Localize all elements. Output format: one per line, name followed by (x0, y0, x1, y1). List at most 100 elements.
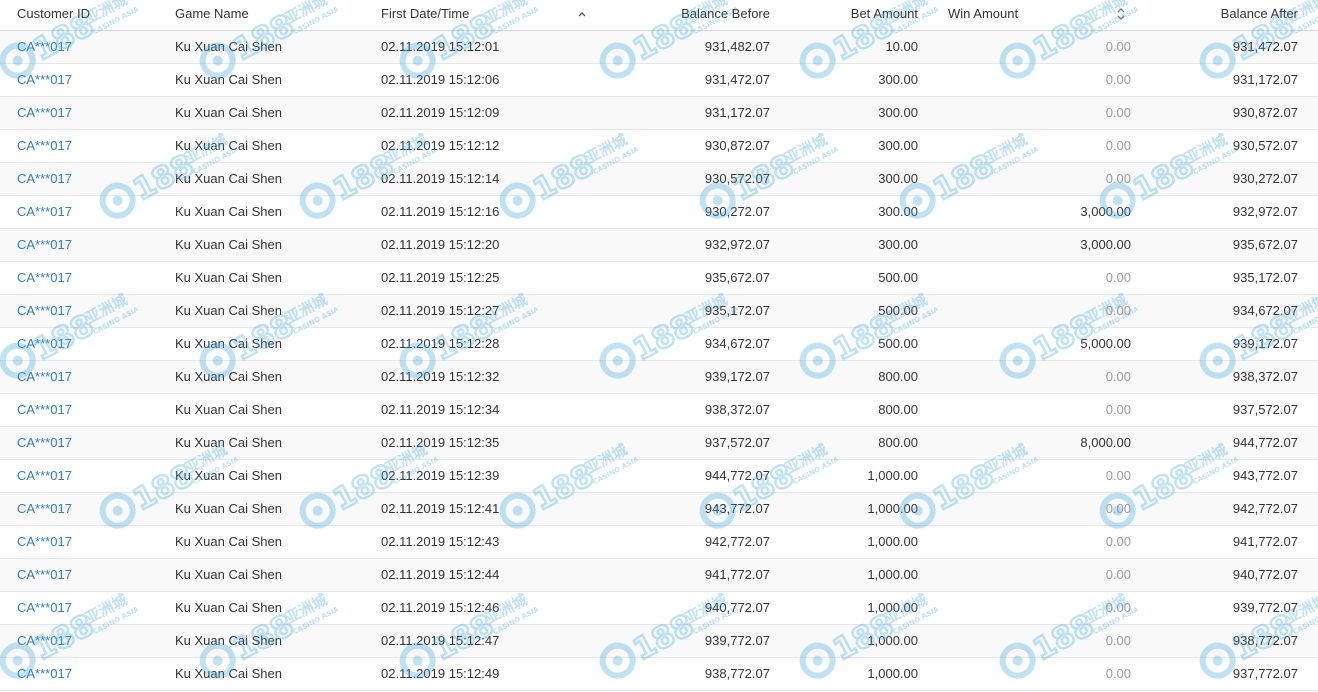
customer-id-link[interactable]: CA***017 (17, 97, 72, 129)
bet-amount-cell: 300.00 (878, 171, 918, 186)
win-amount-cell: 0.00 (1105, 369, 1131, 384)
bet-amount-cell: 1,000.00 (867, 501, 918, 516)
customer-id-link[interactable]: CA***017 (17, 31, 72, 63)
win-amount-cell: 0.00 (1105, 105, 1131, 120)
bet-amount-cell: 500.00 (878, 303, 918, 318)
balance-after-cell: 931,472.07 (1232, 39, 1298, 54)
customer-id-link[interactable]: CA***017 (17, 295, 72, 327)
win-amount-cell: 0.00 (1105, 666, 1131, 681)
customer-id-link[interactable]: CA***017 (17, 493, 72, 525)
table-row: CA***017 Ku Xuan Cai Shen 02.11.2019 15:12… (0, 97, 1318, 130)
date-time-cell: 02.11.2019 15:12:49 (381, 666, 500, 681)
balance-after-cell: 937,772.07 (1232, 666, 1298, 681)
date-time-cell: 02.11.2019 15:12:39 (381, 468, 500, 483)
column-header-balance-after[interactable]: Balance After (1221, 0, 1298, 30)
customer-id-link[interactable]: CA***017 (17, 229, 72, 261)
bet-amount-cell: 300.00 (878, 237, 918, 252)
balance-before-cell: 942,772.07 (704, 534, 770, 549)
balance-before-cell: 930,872.07 (704, 138, 770, 153)
win-amount-cell: 0.00 (1105, 270, 1131, 285)
column-header-game-name[interactable]: Game Name (175, 0, 249, 30)
customer-id-link[interactable]: CA***017 (17, 625, 72, 657)
balance-after-cell: 940,772.07 (1232, 567, 1298, 582)
balance-before-cell: 944,772.07 (704, 468, 770, 483)
customer-id-link[interactable]: CA***017 (17, 559, 72, 591)
customer-id-link[interactable]: CA***017 (17, 163, 72, 195)
customer-id-link[interactable]: CA***017 (17, 394, 72, 426)
customer-id-link[interactable]: CA***017 (17, 64, 72, 96)
column-header-balance-before[interactable]: Balance Before (681, 0, 770, 30)
balance-before-cell: 931,482.07 (704, 39, 770, 54)
column-header-customer-id[interactable]: Customer ID (17, 0, 90, 30)
date-time-cell: 02.11.2019 15:12:14 (381, 171, 500, 186)
customer-id-link[interactable]: CA***017 (17, 592, 72, 624)
customer-id-link[interactable]: CA***017 (17, 460, 72, 492)
game-name-cell: Ku Xuan Cai Shen (175, 171, 282, 186)
balance-after-cell: 930,872.07 (1232, 105, 1298, 120)
bet-amount-cell: 800.00 (878, 435, 918, 450)
win-amount-cell: 0.00 (1105, 402, 1131, 417)
balance-before-cell: 939,772.07 (704, 633, 770, 648)
table-row: CA***017 Ku Xuan Cai Shen 02.11.2019 15:12… (0, 460, 1318, 493)
table-row: CA***017 Ku Xuan Cai Shen 02.11.2019 15:12… (0, 559, 1318, 592)
balance-after-cell: 935,672.07 (1232, 237, 1298, 252)
date-time-cell: 02.11.2019 15:12:27 (381, 303, 500, 318)
balance-before-cell: 931,472.07 (704, 72, 770, 87)
balance-after-cell: 942,772.07 (1232, 501, 1298, 516)
balance-before-cell: 938,372.07 (704, 402, 770, 417)
game-name-cell: Ku Xuan Cai Shen (175, 204, 282, 219)
column-header-bet-amount[interactable]: Bet Amount (851, 0, 918, 30)
column-header-first-date-time[interactable]: First Date/Time (381, 0, 469, 30)
game-name-cell: Ku Xuan Cai Shen (175, 468, 282, 483)
customer-id-link[interactable]: CA***017 (17, 658, 72, 690)
customer-id-link[interactable]: CA***017 (17, 328, 72, 360)
balance-after-cell: 937,572.07 (1232, 402, 1298, 417)
bet-amount-cell: 800.00 (878, 369, 918, 384)
game-name-cell: Ku Xuan Cai Shen (175, 237, 282, 252)
game-name-cell: Ku Xuan Cai Shen (175, 336, 282, 351)
table-row: CA***017 Ku Xuan Cai Shen 02.11.2019 15:12… (0, 493, 1318, 526)
table-row: CA***017 Ku Xuan Cai Shen 02.11.2019 15:12… (0, 427, 1318, 460)
column-header-win-amount[interactable]: Win Amount (948, 0, 1018, 30)
balance-after-cell: 941,772.07 (1232, 534, 1298, 549)
balance-before-cell: 937,572.07 (704, 435, 770, 450)
customer-id-link[interactable]: CA***017 (17, 361, 72, 393)
balance-after-cell: 932,972.07 (1232, 204, 1298, 219)
customer-id-link[interactable]: CA***017 (17, 526, 72, 558)
table-row: CA***017 Ku Xuan Cai Shen 02.11.2019 15:12… (0, 64, 1318, 97)
customer-id-link[interactable]: CA***017 (17, 130, 72, 162)
date-time-cell: 02.11.2019 15:12:16 (381, 204, 500, 219)
table-row: CA***017 Ku Xuan Cai Shen 02.11.2019 15:12… (0, 361, 1318, 394)
table-row: CA***017 Ku Xuan Cai Shen 02.11.2019 15:12… (0, 163, 1318, 196)
date-time-cell: 02.11.2019 15:12:20 (381, 237, 500, 252)
customer-id-link[interactable]: CA***017 (17, 427, 72, 459)
game-name-cell: Ku Xuan Cai Shen (175, 666, 282, 681)
customer-id-link[interactable]: CA***017 (17, 196, 72, 228)
sort-ascending-icon[interactable] (576, 8, 588, 20)
balance-after-cell: 944,772.07 (1232, 435, 1298, 450)
date-time-cell: 02.11.2019 15:12:41 (381, 501, 500, 516)
bet-amount-cell: 300.00 (878, 204, 918, 219)
win-amount-cell: 0.00 (1105, 171, 1131, 186)
balance-after-cell: 935,172.07 (1232, 270, 1298, 285)
bet-amount-cell: 1,000.00 (867, 600, 918, 615)
table-row: CA***017 Ku Xuan Cai Shen 02.11.2019 15:12… (0, 130, 1318, 163)
bet-amount-cell: 1,000.00 (867, 468, 918, 483)
win-amount-cell: 3,000.00 (1080, 204, 1131, 219)
game-name-cell: Ku Xuan Cai Shen (175, 567, 282, 582)
bet-amount-cell: 500.00 (878, 336, 918, 351)
table-row: CA***017 Ku Xuan Cai Shen 02.11.2019 15:12… (0, 394, 1318, 427)
bet-amount-cell: 300.00 (878, 138, 918, 153)
table-header: Customer ID Game Name First Date/Time Ba… (0, 0, 1318, 31)
date-time-cell: 02.11.2019 15:12:25 (381, 270, 500, 285)
game-name-cell: Ku Xuan Cai Shen (175, 303, 282, 318)
win-amount-cell: 0.00 (1105, 534, 1131, 549)
sort-toggle-icon[interactable] (1115, 6, 1127, 22)
table-row: CA***017 Ku Xuan Cai Shen 02.11.2019 15:12… (0, 625, 1318, 658)
balance-before-cell: 943,772.07 (704, 501, 770, 516)
date-time-cell: 02.11.2019 15:12:12 (381, 138, 500, 153)
bet-amount-cell: 1,000.00 (867, 534, 918, 549)
game-name-cell: Ku Xuan Cai Shen (175, 72, 282, 87)
customer-id-link[interactable]: CA***017 (17, 262, 72, 294)
balance-before-cell: 935,172.07 (704, 303, 770, 318)
